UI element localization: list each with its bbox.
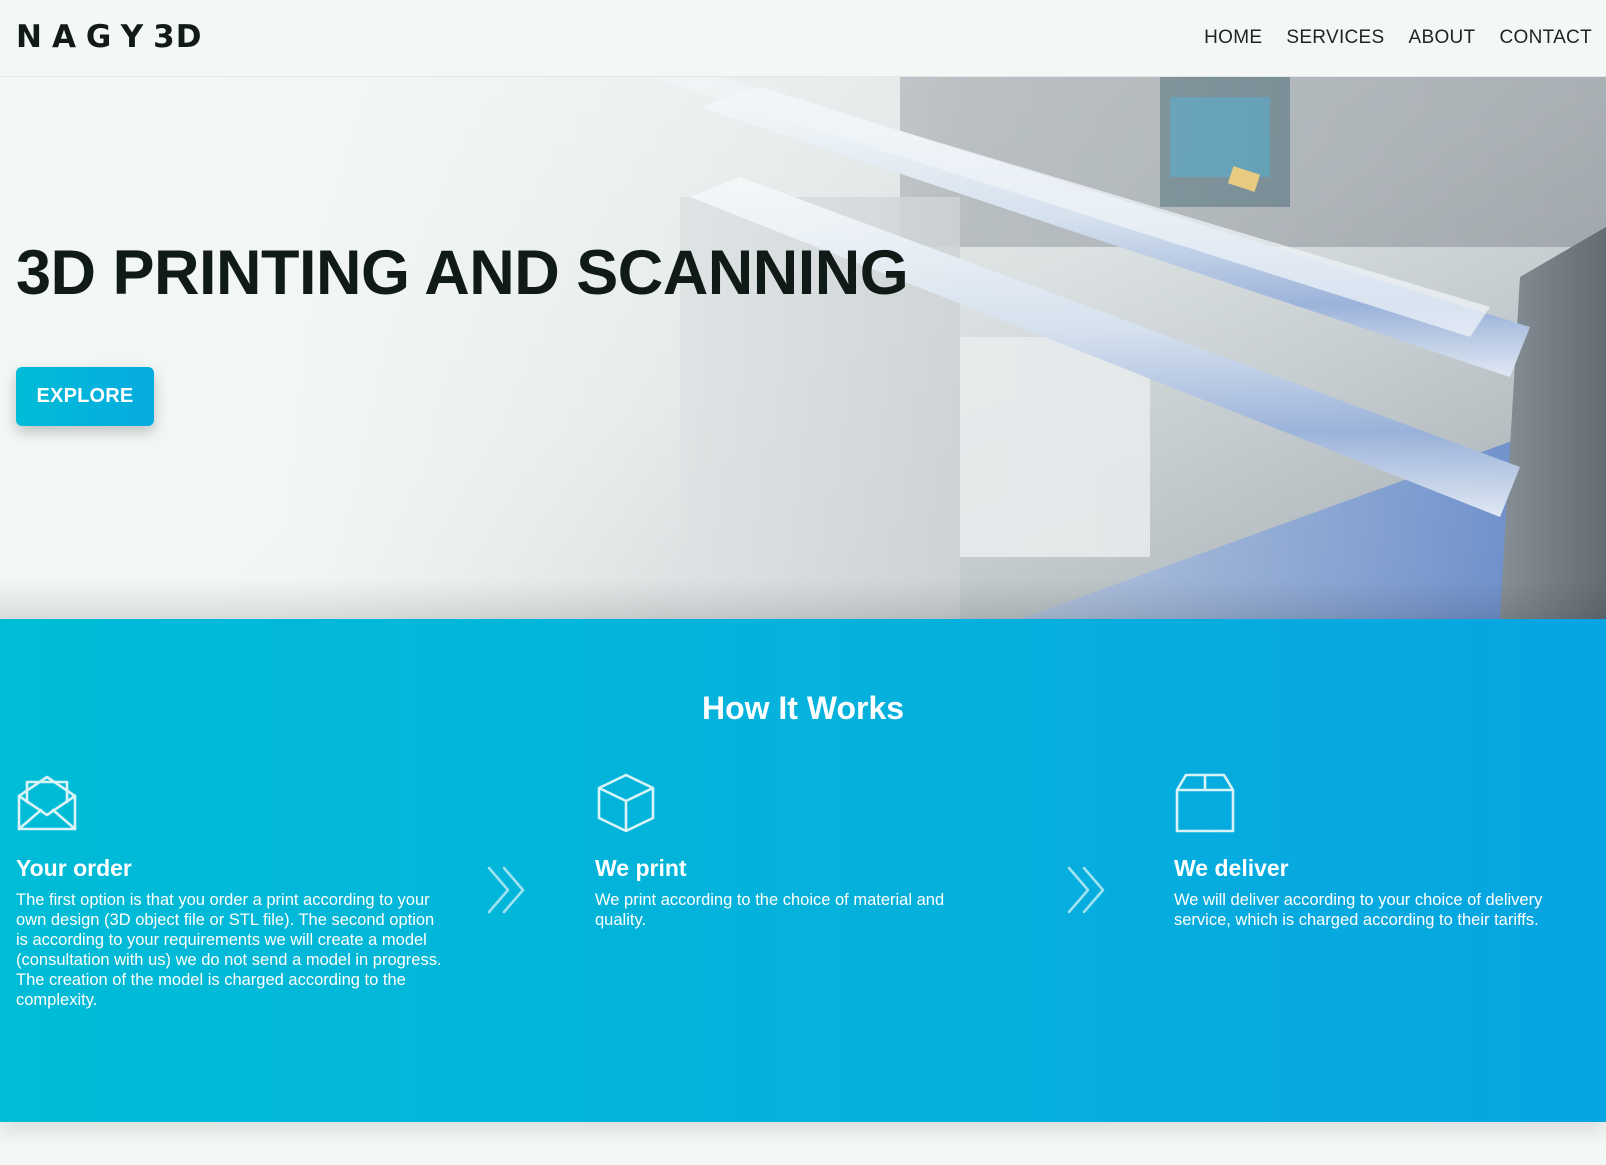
cube-icon <box>597 773 655 833</box>
open-envelope-icon <box>17 775 77 831</box>
package-box-icon <box>1175 773 1235 833</box>
step-description: The first option is that you order a pri… <box>16 891 442 1009</box>
site-header: NAGY3D HOME SERVICES ABOUT CONTACT <box>0 0 1606 77</box>
hero-bottom-shadow <box>0 579 1606 619</box>
nav-link-home[interactable]: HOME <box>1204 26 1262 50</box>
double-chevron-right-icon <box>1067 866 1105 914</box>
step-title: We deliver <box>1174 855 1289 881</box>
logo-suffix: 3D <box>153 19 203 55</box>
brand-logo[interactable]: NAGY3D <box>16 19 202 55</box>
step-description: We print according to the choice of mate… <box>595 891 945 929</box>
double-chevron-right-icon <box>487 866 525 914</box>
nav-link-contact[interactable]: CONTACT <box>1499 26 1592 50</box>
step-title: Your order <box>16 855 132 881</box>
hero-title: 3D PRINTING AND SCANNING <box>16 238 909 308</box>
step-we-deliver: We deliver We will deliver according to … <box>1174 772 1604 930</box>
main-nav: HOME SERVICES ABOUT CONTACT <box>1204 26 1592 50</box>
nav-link-about[interactable]: ABOUT <box>1409 26 1476 50</box>
section-title: How It Works <box>701 690 905 726</box>
logo-wordmark: NAGY <box>16 19 154 55</box>
step-description: We will deliver according to your choice… <box>1174 891 1543 929</box>
step-title: We print <box>595 855 687 881</box>
how-it-works-section: How It Works Your order The first option… <box>0 619 1606 1122</box>
hero-overlay <box>0 77 1606 619</box>
step-your-order: Your order The first option is that you … <box>16 772 446 1010</box>
nav-link-services[interactable]: SERVICES <box>1286 26 1384 50</box>
explore-button[interactable]: EXPLORE <box>16 367 154 426</box>
step-we-print: We print We print according to the choic… <box>595 772 1025 930</box>
hero-section: 3D PRINTING AND SCANNING EXPLORE <box>0 77 1606 619</box>
